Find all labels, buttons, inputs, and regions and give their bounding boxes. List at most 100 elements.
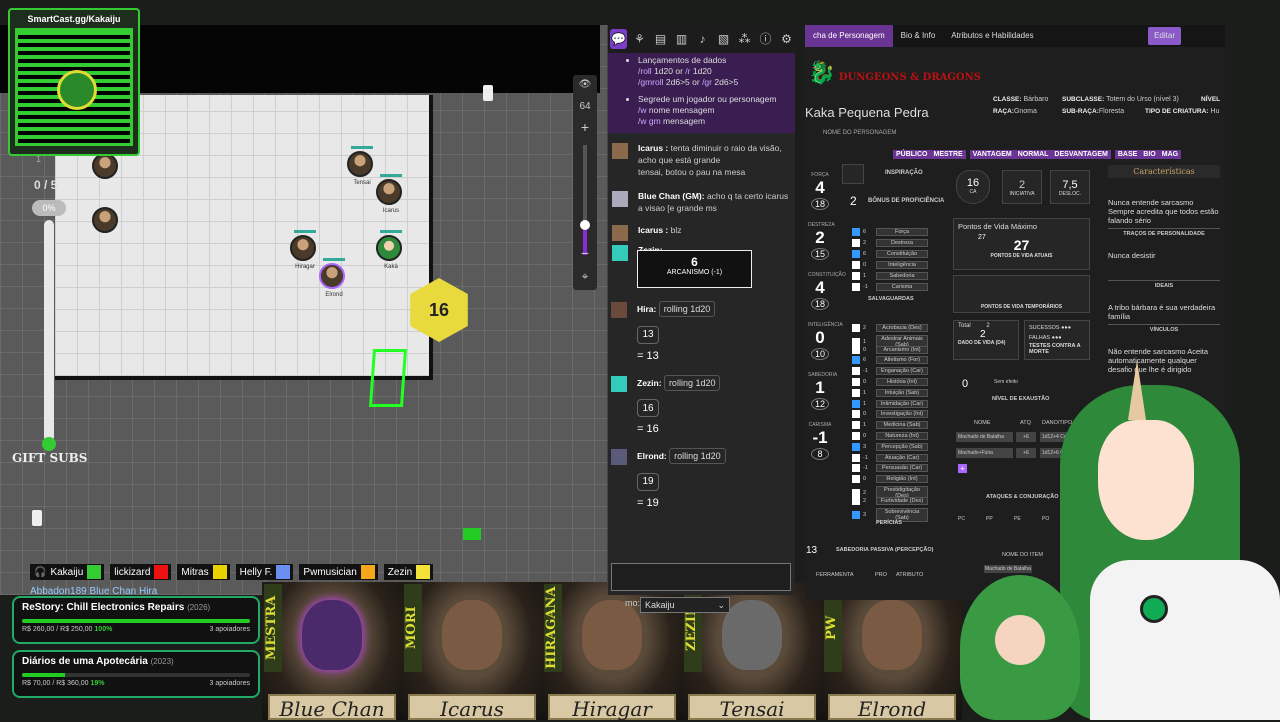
zoom-out-icon[interactable]: − <box>573 245 597 261</box>
save-name[interactable]: Sabedoria <box>876 272 928 280</box>
map-token-icarus[interactable]: Icarus <box>376 174 402 214</box>
attack-bonus[interactable]: +6 <box>1016 432 1036 442</box>
player-entry[interactable]: 🎧 Kakaiju <box>30 564 105 580</box>
map-token-npc[interactable] <box>92 207 118 233</box>
initiative[interactable]: 2 INICIATIVA <box>1002 170 1042 204</box>
proficiency-checkbox[interactable] <box>852 464 860 473</box>
save-name[interactable]: Inteligência <box>876 261 928 269</box>
save-name[interactable]: Carisma <box>876 283 928 291</box>
skill-row[interactable]: 0 Religião (Int) <box>852 475 928 484</box>
jukebox-icon[interactable]: ♪ <box>694 29 711 49</box>
map-token-elrond[interactable]: Elrond <box>319 258 345 298</box>
skill-name[interactable]: Atuação (Car) <box>876 453 928 462</box>
toggle-mag[interactable]: MAG <box>1158 150 1182 159</box>
tab-character-sheet[interactable]: cha de Personagem <box>805 25 893 47</box>
saving-throw-row[interactable]: 1 Sabedoria <box>852 272 928 280</box>
proficiency-checkbox[interactable] <box>852 345 860 354</box>
collections-icon[interactable]: ⁂ <box>736 29 753 49</box>
armor-class[interactable]: 16 CA <box>956 170 990 204</box>
skill-row[interactable]: 1 Intimidação (Car) <box>852 399 928 408</box>
skill-row[interactable]: -1 Enganação (Car) <box>852 367 928 376</box>
toggle-base[interactable]: BASE <box>1114 150 1141 159</box>
coin-po[interactable]: PO <box>1042 516 1049 522</box>
ability-charisma[interactable]: CARISMA -1 8 <box>808 422 832 460</box>
proficiency-checkbox[interactable] <box>852 410 860 419</box>
proficiency-checkbox[interactable] <box>852 453 860 462</box>
zoom-slider-thumb[interactable] <box>580 220 590 230</box>
proficiency-checkbox[interactable] <box>852 378 860 386</box>
map-token-npc[interactable] <box>92 153 118 179</box>
hit-points-box[interactable]: Pontos de Vida Máximo 27 27 PONTOS DE VI… <box>953 218 1090 270</box>
skill-row[interactable]: 3 Percepção (Sab) <box>852 442 928 451</box>
roll-result[interactable]: 16 <box>637 399 659 417</box>
inspiration-box[interactable] <box>842 164 864 184</box>
coin-pc[interactable]: PC <box>958 516 965 522</box>
death-fail-circles[interactable]: ●●● <box>1052 335 1062 341</box>
toggle-disadvantage[interactable]: DESVANTAGEM <box>1051 150 1111 159</box>
coin-pe[interactable]: PE <box>1014 516 1021 522</box>
proficiency-checkbox[interactable] <box>852 510 860 519</box>
proficiency-checkbox[interactable] <box>852 367 860 376</box>
eye-icon[interactable]: 👁 <box>573 79 597 90</box>
journal-icon[interactable]: ▤ <box>652 29 669 49</box>
ability-wisdom[interactable]: SABEDORIA 1 12 <box>808 372 837 410</box>
saving-throw-row[interactable]: 0 Inteligência <box>852 261 928 269</box>
saving-throw-row[interactable]: 6 Constituição <box>852 250 928 258</box>
skill-row[interactable]: 1 Intuição (Sab) <box>852 388 928 397</box>
proficiency-checkbox[interactable] <box>852 388 860 397</box>
proficiency-checkbox[interactable] <box>852 261 860 269</box>
skill-row[interactable]: 1 Medicina (Sab) <box>852 421 928 430</box>
skill-row[interactable]: 2 Acrobacia (Des) <box>852 324 928 332</box>
proficiency-checkbox[interactable] <box>852 496 860 505</box>
proficiency-checkbox[interactable] <box>852 489 860 497</box>
skill-row[interactable]: -1 Persuasão (Car) <box>852 464 928 473</box>
proficiency-checkbox[interactable] <box>852 442 860 451</box>
ability-intelligence[interactable]: INTELIGÊNCIA 0 10 <box>808 322 843 360</box>
proficiency-checkbox[interactable] <box>852 272 860 280</box>
info-icon[interactable]: ⓘ <box>757 29 774 49</box>
skill-name[interactable]: Intimidação (Car) <box>876 399 928 408</box>
toggle-normal[interactable]: NORMAL <box>1014 150 1052 159</box>
save-name[interactable]: Constituição <box>876 250 928 258</box>
map-token-kaka[interactable]: Kaká <box>376 230 402 270</box>
item-name[interactable]: Machado de Batalha <box>984 565 1032 573</box>
speaking-as-select[interactable]: Kakaiju ⌄ <box>640 597 730 613</box>
saving-throw-row[interactable]: 6 Força <box>852 228 928 236</box>
skill-row[interactable]: 0 Arcanismo (Int) <box>852 345 928 354</box>
save-name[interactable]: Força <box>876 228 928 236</box>
player-entry[interactable]: Zezin <box>383 564 434 580</box>
proficiency-checkbox[interactable] <box>852 432 860 440</box>
add-attack-button[interactable]: + <box>958 464 967 473</box>
player-entry[interactable]: Mitras <box>177 564 230 580</box>
map-token-tensai[interactable]: Tensai <box>347 146 373 186</box>
toggle-advantage[interactable]: VANTAGEM <box>969 150 1015 159</box>
zoom-in-icon[interactable]: + <box>573 119 597 135</box>
attack-bonus[interactable]: +6 <box>1016 448 1036 458</box>
proficiency-checkbox[interactable] <box>852 324 860 332</box>
skill-row[interactable]: 0 Natureza (Int) <box>852 432 928 440</box>
saving-throw-row[interactable]: 2 Destreza <box>852 239 928 247</box>
roll-result[interactable]: 19 <box>637 472 659 491</box>
temp-hp-box[interactable]: PONTOS DE VIDA TEMPORÁRIOS <box>953 275 1090 313</box>
proficiency-checkbox[interactable] <box>852 250 860 258</box>
proficiency-checkbox[interactable] <box>852 475 860 484</box>
death-success-circles[interactable]: ●●● <box>1061 325 1071 331</box>
proficiency-checkbox[interactable] <box>852 228 860 236</box>
save-name[interactable]: Destreza <box>876 239 928 247</box>
skill-name[interactable]: História (Int) <box>876 378 928 386</box>
card-deck-icon[interactable]: ▧ <box>715 29 732 49</box>
skill-name[interactable]: Enganação (Car) <box>876 367 928 376</box>
skill-name[interactable]: Furtividade (Des) <box>876 496 928 505</box>
ability-dexterity[interactable]: DESTREZA 2 15 <box>808 222 835 260</box>
proficiency-checkbox[interactable] <box>852 399 860 408</box>
skill-name[interactable]: Religião (Int) <box>876 475 928 484</box>
skill-name[interactable]: Intuição (Sab) <box>876 388 928 397</box>
attack-name[interactable]: Machado de Batalha <box>956 432 1013 442</box>
toggle-public[interactable]: PÚBLICO <box>893 150 931 159</box>
compendium-icon[interactable]: ▥ <box>673 29 690 49</box>
hit-dice-box[interactable]: Total 2 2 DADO DE VIDA (D4) <box>953 320 1019 360</box>
chat-icon[interactable]: 💬 <box>610 29 627 49</box>
skill-row[interactable]: 6 Atletismo (For) <box>852 356 928 365</box>
saving-throw-row[interactable]: -1 Carisma <box>852 283 928 291</box>
skill-name[interactable]: Atletismo (For) <box>876 356 928 365</box>
